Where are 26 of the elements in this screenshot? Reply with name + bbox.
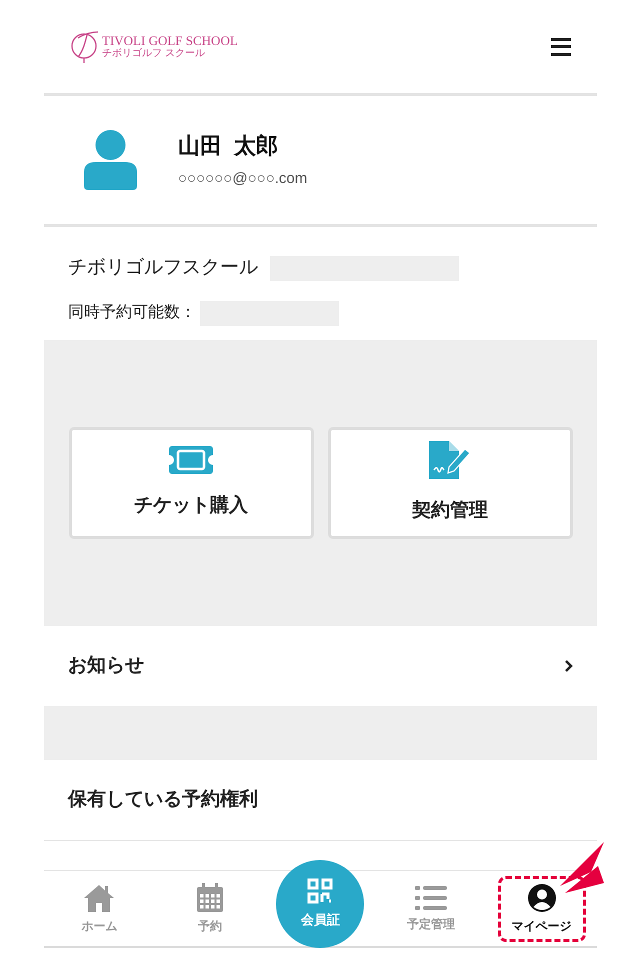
menu-icon[interactable] (551, 38, 571, 56)
calendar-icon (196, 882, 224, 912)
nav-tab[interactable]: 予定管理 (387, 876, 476, 942)
avatar-icon (84, 130, 137, 190)
menu-card[interactable]: チケット購入 (68, 427, 314, 539)
logo[interactable]: TIVOLI GOLF SCHOOL チボリゴルフ スクール (70, 30, 238, 64)
qr-code-icon (307, 878, 334, 904)
info-label: チボリゴルフスクール (68, 256, 258, 280)
member-card-button[interactable]: 会員証 (276, 860, 364, 948)
user-name: 山田 太郎 (178, 132, 280, 160)
logo-emblem-icon (70, 30, 100, 64)
nav-tab[interactable]: ホーム (55, 876, 144, 942)
section-row[interactable]: お知らせ (44, 626, 597, 706)
ticket-icon (169, 446, 213, 474)
document-pen-icon (429, 440, 471, 479)
section-row-text: 保有している予約権利 (66, 788, 259, 812)
info-label: 同時予約可能数： (68, 302, 196, 323)
logo-subtitle: チボリゴルフ スクール (102, 49, 206, 59)
chevron-right-icon (564, 659, 573, 673)
menu-card[interactable]: 契約管理 (328, 427, 572, 539)
user-icon (526, 882, 557, 912)
home-icon (82, 882, 116, 912)
nav-tab[interactable]: 予約 (166, 876, 254, 942)
list-icon (415, 884, 448, 910)
logo-title: TIVOLI GOLF SCHOOL (102, 34, 238, 47)
user-email: ○○○○○○@○○○.com (178, 169, 308, 190)
